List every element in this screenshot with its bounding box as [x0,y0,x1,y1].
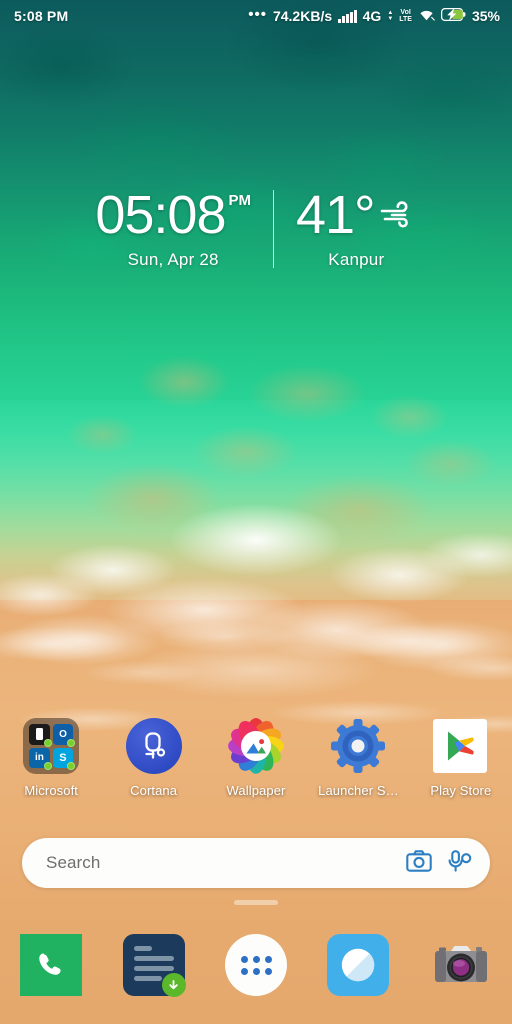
search-bar[interactable]: Search [22,838,490,888]
outlook-icon: O [52,724,76,747]
camera-icon[interactable] [430,934,492,996]
wind-icon [379,200,417,233]
clock-weather-widget[interactable]: 05:08 PM Sun, Apr 28 41° Kanpur [0,186,512,270]
cortana-icon[interactable] [125,718,182,774]
app-drawer-icon[interactable] [225,934,288,996]
battery-percent-label: 35% [471,8,500,24]
microsoft-folder-icon[interactable]: O in S [23,718,80,774]
app-cortana[interactable]: Cortana [102,718,204,798]
page-indicator-dot [234,900,278,905]
volte-line-1: VoI [400,8,411,16]
dock-item-app-drawer[interactable] [205,928,307,1002]
weather-temperature: 41° [295,185,376,245]
play-store-icon[interactable] [432,718,489,774]
app-launcher-settings[interactable]: Launcher S… [307,718,409,798]
clock-section[interactable]: 05:08 PM Sun, Apr 28 [95,186,273,270]
app-label: Launcher S… [318,783,399,798]
linkedin-icon: in [29,747,52,770]
weather-city: Kanpur [328,250,385,269]
app-label: Wallpaper [226,783,286,798]
app-microsoft-folder[interactable]: O in S Microsoft [0,718,102,798]
phone-icon[interactable] [20,934,83,996]
voice-search-icon[interactable] [448,849,472,878]
status-bar[interactable]: 5:08 PM ••• 74.2KB/s 4G ▲ ▼ VoI LTE 35% [0,0,512,32]
status-bar-clock: 5:08 PM [14,8,69,24]
volte-line-2: LTE [399,16,412,23]
browser-icon[interactable] [327,934,390,996]
app-wallpaper[interactable]: Wallpaper [205,716,307,798]
app-label: Play Store [430,783,492,798]
dock [0,928,512,1002]
app-label: Cortana [130,783,178,798]
dock-item-phone[interactable] [0,928,102,1002]
clock-ampm: PM [228,192,251,209]
wallpaper-app-icon[interactable] [226,716,286,776]
battery-charging-icon [440,7,466,24]
clock-time: 05:08 [95,185,226,245]
camera-lens-icon[interactable] [406,849,432,877]
app-label: Microsoft [24,783,79,798]
download-badge-icon [161,973,186,997]
volte-icon: VoI LTE [399,9,412,24]
skype-icon: S [52,747,76,770]
weather-section[interactable]: 41° Kanpur [274,186,417,270]
clock-date: Sun, Apr 28 [127,250,219,269]
wallpaper-image-glyph [241,731,272,761]
data-transfer-arrows-icon: ▲ ▼ [387,9,394,22]
signal-bars-icon [338,9,357,23]
phone-app-icon [29,724,52,747]
dock-item-browser[interactable] [307,928,409,1002]
wifi-icon [418,8,435,24]
home-screen-app-row: O in S Microsoft Cortana Wallpaper Launc… [0,716,512,798]
launcher-settings-icon[interactable] [330,718,386,774]
dock-item-camera[interactable] [410,928,512,1002]
app-play-store[interactable]: Play Store [410,718,512,798]
network-speed-label: 74.2KB/s [272,8,333,24]
page-indicator [0,900,512,905]
notification-dots-icon: ••• [248,6,267,23]
dock-item-notes[interactable] [102,928,204,1002]
search-input[interactable]: Search [46,853,406,873]
notes-document-icon[interactable] [122,934,186,997]
network-type-label: 4G [362,8,382,24]
